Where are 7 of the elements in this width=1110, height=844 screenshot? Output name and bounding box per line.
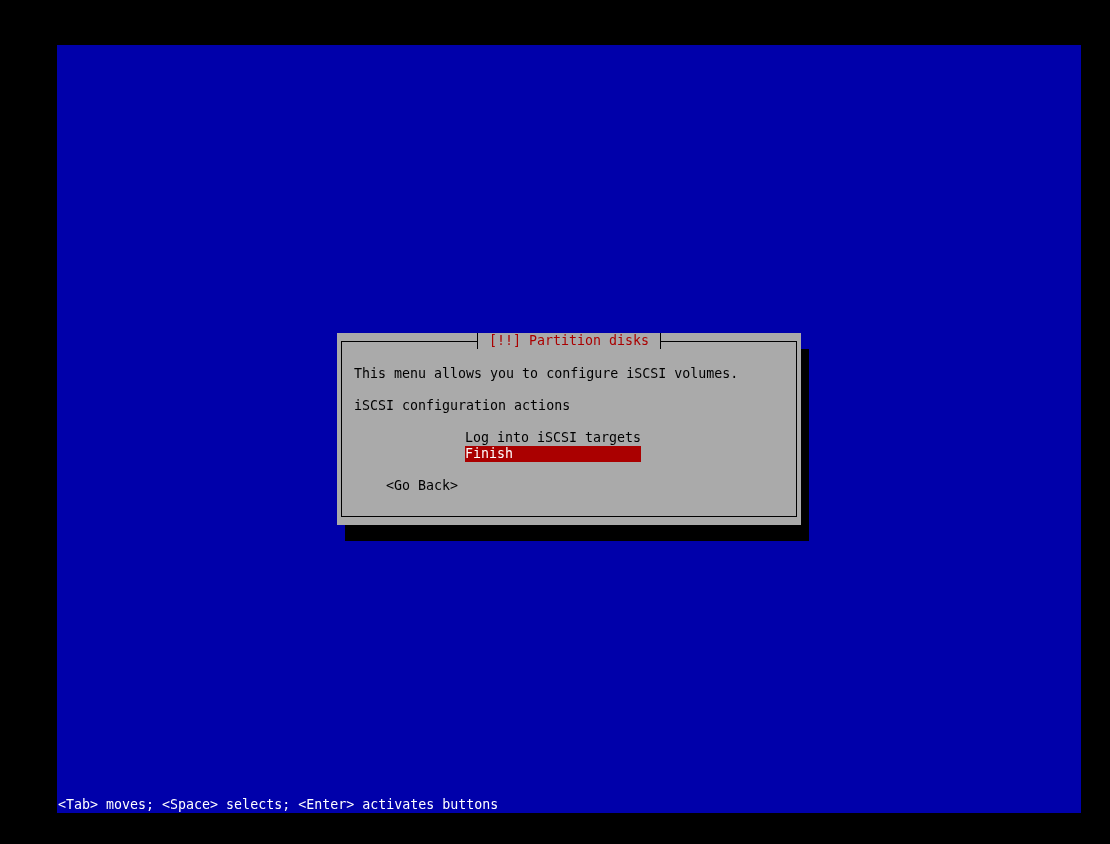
back-button[interactable]: <Go Back> [386,478,459,494]
menu-item[interactable]: Log into iSCSI targets [465,430,641,446]
status-text: <Tab> moves; <Space> selects; <Enter> activates buttons [58,797,499,813]
message-text: This menu allows you to configure iSCSI volumes. [354,366,739,382]
dialog-title: [!!] Partition disks [476,333,662,349]
menu-item[interactable]: Finish [465,446,641,462]
prompt-text: iSCSI configuration actions [354,398,571,414]
